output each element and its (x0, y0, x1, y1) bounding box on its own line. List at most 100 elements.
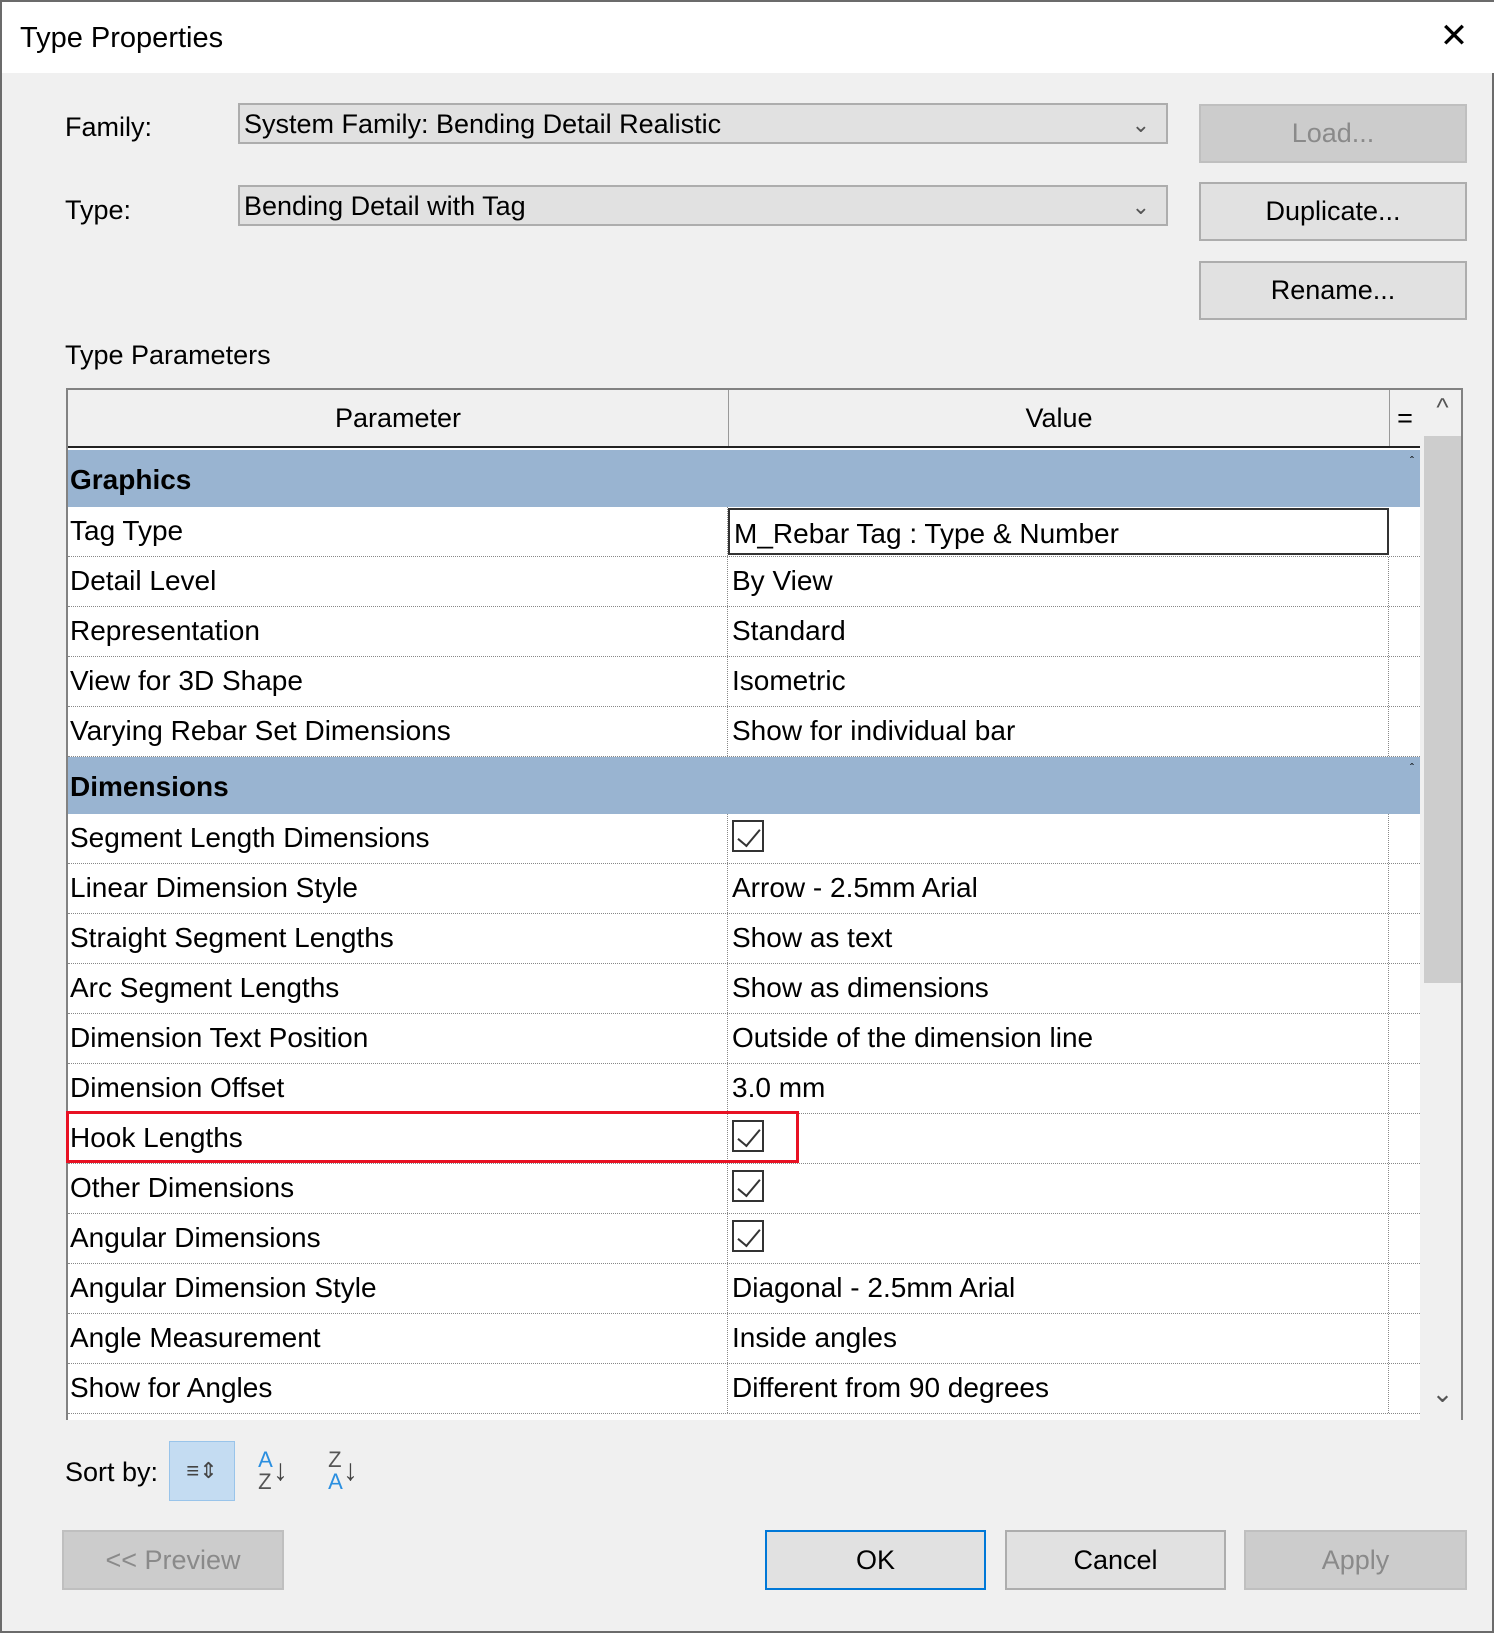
table-row: Representation Standard (68, 607, 1420, 657)
value-text: Inside angles (732, 1322, 898, 1353)
collapse-icon[interactable]: ˆ (1410, 454, 1414, 468)
eq-cell (1389, 814, 1418, 863)
parameter-name: Dimension Text Position (68, 1014, 728, 1063)
table-row: Other Dimensions (68, 1164, 1420, 1214)
column-header-value[interactable]: Value (729, 390, 1390, 446)
table-row: Straight Segment Lengths Show as text (68, 914, 1420, 964)
apply-button[interactable]: Apply (1244, 1530, 1467, 1590)
dialog-title: Type Properties (20, 22, 224, 54)
family-dropdown[interactable]: System Family: Bending Detail Realistic ⌄ (238, 103, 1168, 144)
value-text: 3.0 mm (732, 1072, 826, 1103)
type-dropdown[interactable]: Bending Detail with Tag ⌄ (238, 185, 1168, 226)
value-cell[interactable]: Show for individual bar (728, 707, 1389, 756)
parameter-name: Angular Dimension Style (68, 1264, 728, 1313)
checkbox[interactable] (732, 1170, 764, 1202)
value-cell[interactable]: Outside of the dimension line (728, 1014, 1389, 1063)
title-bar (2, 2, 1494, 73)
table-row: Dimension Text Position Outside of the di… (68, 1014, 1420, 1064)
value-cell[interactable]: Diagonal - 2.5mm Arial (728, 1264, 1389, 1313)
parameter-name: Arc Segment Lengths (68, 964, 728, 1013)
parameter-name: Angular Dimensions (68, 1214, 728, 1263)
value-cell[interactable]: Show as text (728, 914, 1389, 963)
sort-ascending-icon[interactable]: A Z ↓ (240, 1441, 306, 1501)
column-header-parameter[interactable]: Parameter (68, 390, 729, 446)
value-text: Outside of the dimension line (732, 1022, 1094, 1053)
parameter-name: Segment Length Dimensions (68, 814, 728, 863)
value-cell[interactable]: Isometric (728, 657, 1389, 706)
value-cell[interactable]: M_Rebar Tag : Type & Number (728, 508, 1389, 555)
preview-button[interactable]: << Preview (62, 1530, 284, 1590)
eq-cell (1389, 1114, 1418, 1163)
parameter-name: Other Dimensions (68, 1164, 728, 1213)
table-row: Varying Rebar Set Dimensions Show for ind… (68, 707, 1420, 757)
table-row: Dimension Offset 3.0 mm (68, 1064, 1420, 1114)
table-row: Angular Dimension Style Diagonal - 2.5mm … (68, 1264, 1420, 1314)
rename-button[interactable]: Rename... (1199, 261, 1467, 320)
sort-descending-icon[interactable]: Z A ↓ (310, 1441, 376, 1501)
cancel-button[interactable]: Cancel (1005, 1530, 1226, 1590)
table-header: Parameter Value = (68, 390, 1420, 448)
value-cell[interactable] (728, 1164, 1389, 1213)
parameter-name: View for 3D Shape (68, 657, 728, 706)
table-row: Show for Angles Different from 90 degrees (68, 1364, 1420, 1414)
table-row: Tag Type M_Rebar Tag : Type & Number (68, 507, 1420, 557)
chevron-down-icon: ⌄ (1131, 112, 1150, 137)
table-row: Detail Level By View (68, 557, 1420, 607)
group-header-dimensions[interactable]: Dimensions ˆ (68, 757, 1420, 814)
value-cell[interactable] (728, 1114, 1389, 1163)
value-cell[interactable]: Inside angles (728, 1314, 1389, 1363)
load-button[interactable]: Load... (1199, 104, 1467, 163)
column-header-eq: = (1397, 402, 1413, 433)
close-icon[interactable]: ✕ (1434, 16, 1474, 56)
eq-cell (1389, 1214, 1418, 1263)
checkbox[interactable] (732, 1220, 764, 1252)
value-cell[interactable]: By View (728, 557, 1389, 606)
vertical-scrollbar[interactable]: ^ ⌄ (1420, 390, 1461, 1420)
family-label: Family: (65, 112, 152, 142)
value-cell[interactable]: Standard (728, 607, 1389, 656)
scroll-down-icon[interactable]: ⌄ (1420, 1378, 1461, 1409)
chevron-down-icon: ⌄ (1131, 194, 1150, 219)
eq-cell (1389, 864, 1418, 913)
eq-cell (1389, 964, 1418, 1013)
eq-cell (1389, 1264, 1418, 1313)
value-text: M_Rebar Tag : Type & Number (734, 518, 1119, 549)
parameter-name: Tag Type (68, 507, 728, 556)
scrollbar-thumb[interactable] (1424, 436, 1461, 983)
eq-cell (1389, 1064, 1418, 1113)
value-text: Show as text (732, 922, 893, 953)
table-row: View for 3D Shape Isometric (68, 657, 1420, 707)
duplicate-button[interactable]: Duplicate... (1199, 182, 1467, 241)
checkbox[interactable] (732, 820, 764, 852)
eq-cell (1389, 914, 1418, 963)
value-text: Different from 90 degrees (732, 1372, 1049, 1403)
value-cell[interactable]: Different from 90 degrees (728, 1364, 1389, 1413)
ok-button[interactable]: OK (765, 1530, 986, 1590)
sort-grouped-icon[interactable]: ≡⇕ (169, 1441, 235, 1501)
table-row: Angle Measurement Inside angles (68, 1314, 1420, 1364)
parameter-name: Detail Level (68, 557, 728, 606)
parameters-table: Parameter Value = Graphics ˆ Tag Type M_Reb… (66, 388, 1463, 1420)
table-row: Arc Segment Lengths Show as dimensions (68, 964, 1420, 1014)
scroll-up-icon[interactable]: ^ (1420, 392, 1461, 423)
value-text: Show as dimensions (732, 972, 989, 1003)
value-cell[interactable]: 3.0 mm (728, 1064, 1389, 1113)
value-cell[interactable] (728, 814, 1389, 863)
value-text: By View (732, 565, 833, 596)
collapse-icon[interactable]: ˆ (1410, 761, 1414, 775)
eq-cell (1389, 1314, 1418, 1363)
table-body: Graphics ˆ Tag Type M_Rebar Tag : Type & Nu… (68, 450, 1420, 1414)
value-cell[interactable]: Show as dimensions (728, 964, 1389, 1013)
value-cell[interactable]: Arrow - 2.5mm Arial (728, 864, 1389, 913)
group-header-graphics[interactable]: Graphics ˆ (68, 450, 1420, 507)
parameter-name: Varying Rebar Set Dimensions (68, 707, 728, 756)
sort-by-label: Sort by: (65, 1457, 159, 1487)
eq-cell (1389, 1364, 1418, 1413)
type-value: Bending Detail with Tag (244, 191, 526, 221)
table-row: Angular Dimensions (68, 1214, 1420, 1264)
eq-cell (1389, 507, 1418, 556)
value-cell[interactable] (728, 1214, 1389, 1263)
value-text: Show for individual bar (732, 715, 1016, 746)
parameter-name: Representation (68, 607, 728, 656)
parameter-name: Dimension Offset (68, 1064, 728, 1113)
